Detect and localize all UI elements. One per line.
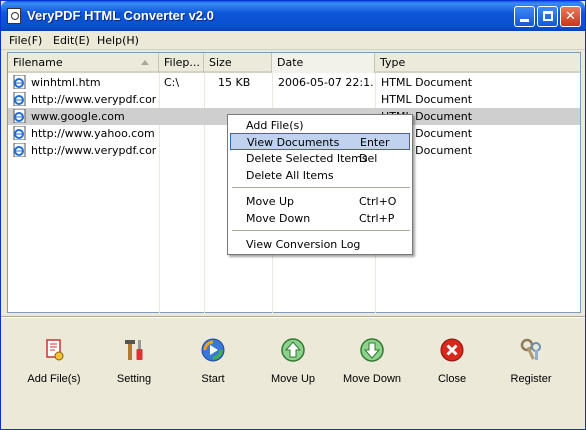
cell-type: HTML Document — [381, 76, 473, 89]
cell-filepath: C:\ — [164, 76, 180, 89]
menu-item-label: View Documents — [247, 136, 340, 149]
column-label-type: Type — [380, 56, 406, 69]
cell-filename: winhtml.htm — [31, 76, 101, 89]
context-menu-item-view-documents[interactable]: View Documents Enter — [230, 133, 410, 150]
menu-item-shortcut: Del — [359, 152, 378, 165]
column-label-date: Date — [277, 56, 304, 69]
app-icon — [7, 8, 21, 24]
context-menu-item-delete-all[interactable]: Delete All Items — [230, 167, 410, 184]
menu-item-label: Add File(s) — [246, 119, 304, 132]
ie-document-icon — [13, 143, 26, 157]
move-up-label: Move Up — [270, 373, 316, 385]
close-x-icon: ✕ — [565, 9, 576, 24]
ie-document-icon — [13, 109, 26, 123]
ie-document-icon — [13, 126, 26, 140]
move-down-label: Move Down — [342, 373, 402, 385]
menu-item-label: Move Down — [246, 212, 311, 225]
column-label-filepath: Filep... — [164, 56, 200, 69]
setting-label: Setting — [116, 373, 152, 385]
window-title: VeryPDF HTML Converter v2.0 — [27, 8, 214, 23]
add-files-icon — [46, 339, 64, 361]
add-files-label: Add File(s) — [27, 373, 81, 385]
maximize-icon — [543, 11, 553, 21]
column-header-filepath[interactable]: Filep... — [159, 53, 204, 73]
minimize-icon — [520, 19, 529, 22]
start-label: Start — [201, 373, 225, 385]
column-label-size: Size — [209, 56, 232, 69]
close-button[interactable]: Close — [417, 331, 487, 391]
register-icon — [520, 338, 541, 360]
table-row[interactable]: http://www.verypdf.com HTML Document — [8, 91, 580, 108]
toolbar-divider — [1, 316, 585, 318]
start-icon — [201, 338, 225, 362]
register-button[interactable]: Register — [496, 331, 566, 391]
close-icon — [440, 338, 464, 362]
menu-item-label: Move Up — [246, 195, 295, 208]
ie-document-icon — [13, 92, 26, 106]
tools-icon — [125, 340, 143, 360]
column-header-type[interactable]: Type — [375, 53, 580, 73]
move-down-button[interactable]: Move Down — [337, 331, 407, 391]
menu-item-shortcut: Ctrl+O — [359, 195, 397, 208]
column-header-date[interactable]: Date — [272, 53, 375, 73]
setting-button[interactable]: Setting — [99, 331, 169, 391]
register-label: Register — [510, 373, 552, 385]
context-menu: Add File(s) View Documents Enter Delete S… — [227, 114, 413, 255]
menu-file[interactable]: File(F) — [9, 34, 42, 47]
add-files-button[interactable]: Add File(s) — [19, 331, 89, 391]
menu-item-label: Delete Selected Items — [246, 152, 368, 165]
menu-separator — [232, 230, 410, 231]
menu-separator — [232, 187, 410, 188]
ie-document-icon — [13, 75, 26, 89]
menu-item-shortcut: Enter — [360, 136, 390, 149]
move-up-button[interactable]: Move Up — [258, 331, 328, 391]
arrow-up-icon — [281, 338, 305, 362]
list-header: Filename Filep... Size Date Type — [8, 53, 580, 73]
menu-item-label: Delete All Items — [246, 169, 334, 182]
sort-arrow-icon — [141, 60, 149, 65]
menu-item-label: View Conversion Log — [246, 238, 361, 251]
cell-filename: http://www.yahoo.com — [31, 127, 155, 140]
cell-filename: http://www.verypdf.com — [31, 93, 156, 106]
maximize-button[interactable] — [537, 6, 558, 27]
column-label-filename: Filename — [13, 56, 63, 69]
title-bar[interactable]: VeryPDF HTML Converter v2.0 ✕ — [1, 1, 585, 31]
menu-item-shortcut: Ctrl+P — [359, 212, 395, 225]
table-row[interactable]: winhtml.htm C:\ 15 KB 2006-05-07 22:1...… — [8, 74, 580, 91]
menu-bar: File(F) Edit(E) Help(H) — [1, 31, 585, 50]
cell-filename: www.google.com — [31, 110, 125, 123]
menu-help[interactable]: Help(H) — [97, 34, 139, 47]
context-menu-item-add-files[interactable]: Add File(s) — [230, 117, 410, 134]
cell-type: HTML Document — [381, 93, 473, 106]
cell-date: 2006-05-07 22:1... — [278, 76, 373, 89]
close-window-button[interactable]: ✕ — [560, 6, 581, 27]
context-menu-item-move-down[interactable]: Move Down Ctrl+P — [230, 210, 410, 227]
cell-size: 15 KB — [218, 76, 251, 89]
start-button[interactable]: Start — [178, 331, 248, 391]
arrow-down-icon — [360, 338, 384, 362]
minimize-button[interactable] — [514, 6, 535, 27]
context-menu-item-move-up[interactable]: Move Up Ctrl+O — [230, 193, 410, 210]
context-menu-item-view-log[interactable]: View Conversion Log — [230, 236, 410, 253]
close-label: Close — [437, 373, 467, 385]
column-header-filename[interactable]: Filename — [8, 53, 159, 73]
menu-edit[interactable]: Edit(E) — [53, 34, 90, 47]
column-header-size[interactable]: Size — [204, 53, 272, 73]
context-menu-item-delete-selected[interactable]: Delete Selected Items Del — [230, 150, 410, 167]
main-window: VeryPDF HTML Converter v2.0 ✕ File(F) Ed… — [0, 0, 586, 430]
cell-filename: http://www.verypdf.com... — [31, 144, 156, 157]
